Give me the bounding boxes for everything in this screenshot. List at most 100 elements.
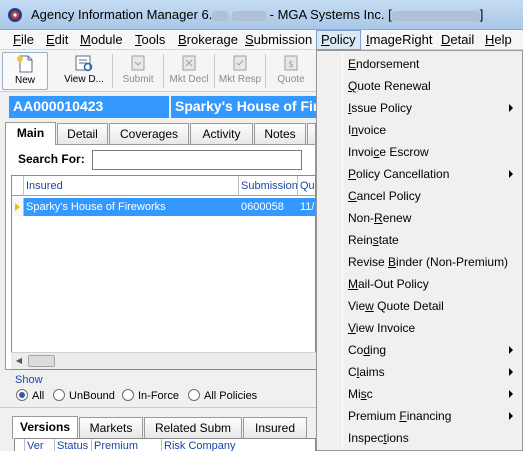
- show-label: Show: [15, 374, 43, 386]
- tab-insured[interactable]: Insured: [243, 417, 307, 438]
- splitter[interactable]: [0, 407, 316, 408]
- toolbar: New View D... Submit Mkt Decl Mkt Resp $…: [0, 50, 316, 92]
- toolbar-separator: [112, 54, 113, 88]
- toolbar-separator: [214, 54, 215, 88]
- title-bar: Agency Information Manager 6. - MGA Syst…: [0, 0, 523, 30]
- menu-edit[interactable]: Edit: [43, 32, 71, 47]
- menu-item-misc[interactable]: Misc: [319, 383, 520, 405]
- radio-icon: [53, 389, 65, 401]
- market-response-icon: [233, 55, 247, 71]
- radio-all[interactable]: All: [16, 389, 44, 402]
- record-name: Sparky's House of Firew: [171, 96, 316, 118]
- scroll-thumb[interactable]: [28, 355, 55, 367]
- submenu-arrow-icon: [509, 346, 513, 354]
- menu-item-revise-binder-non-premium[interactable]: Revise Binder (Non-Premium): [319, 251, 520, 273]
- menu-item-quote-renewal[interactable]: Quote Renewal: [319, 75, 520, 97]
- radio-in-force[interactable]: In-Force: [122, 389, 179, 402]
- column-header-quote[interactable]: Qu: [298, 176, 315, 196]
- menu-item-policy-cancellation[interactable]: Policy Cancellation: [319, 163, 520, 185]
- toolbar-separator: [163, 54, 164, 88]
- mkt-decl-button[interactable]: Mkt Decl: [166, 52, 212, 90]
- column-header-submission[interactable]: Submission: [239, 176, 298, 196]
- quote-icon: $: [284, 55, 298, 71]
- app-icon: [8, 8, 22, 22]
- menu-policy[interactable]: Policy: [316, 30, 361, 50]
- submenu-arrow-icon: [509, 104, 513, 112]
- horizontal-scrollbar[interactable]: ◀: [11, 352, 316, 369]
- tab-overflow[interactable]: [307, 123, 316, 144]
- menu-item-mail-out-policy[interactable]: Mail-Out Policy: [319, 273, 520, 295]
- menu-item-coding[interactable]: Coding: [319, 339, 520, 361]
- cell-quote: 11/: [300, 201, 315, 213]
- menu-item-premium-financing[interactable]: Premium Financing: [319, 405, 520, 427]
- tab-markets[interactable]: Markets: [79, 417, 143, 438]
- radio-unbound[interactable]: UnBound: [53, 389, 115, 402]
- quote-button[interactable]: $ Quote: [268, 52, 314, 90]
- new-document-icon: [17, 55, 33, 73]
- menu-item-reinstate[interactable]: Reinstate: [319, 229, 520, 251]
- submenu-arrow-icon: [509, 170, 513, 178]
- radio-all-policies[interactable]: All Policies: [188, 389, 257, 402]
- menu-item-view-invoice[interactable]: View Invoice: [319, 317, 520, 339]
- new-button[interactable]: New: [2, 52, 48, 90]
- record-id: AA000010423: [9, 96, 169, 118]
- menu-item-view-quote-detail[interactable]: View Quote Detail: [319, 295, 520, 317]
- menu-item-invoice-escrow[interactable]: Invoice Escrow: [319, 141, 520, 163]
- column-header-premium[interactable]: Premium: [92, 439, 162, 451]
- grid-corner: [15, 439, 25, 451]
- tab-activity[interactable]: Activity: [190, 123, 253, 144]
- tab-main[interactable]: Main: [5, 122, 56, 145]
- svg-text:$: $: [288, 60, 294, 70]
- tab-related-subm[interactable]: Related Subm: [144, 417, 242, 438]
- menu-help[interactable]: Help: [482, 32, 515, 47]
- tab-detail[interactable]: Detail: [57, 123, 108, 144]
- table-row[interactable]: Sparky's House of Fireworks 0600058 11/: [12, 198, 315, 216]
- toolbar-separator: [265, 54, 266, 88]
- menu-submission[interactable]: Submission: [242, 32, 315, 47]
- market-decline-icon: [182, 55, 196, 71]
- menu-item-invoice[interactable]: Invoice: [319, 119, 520, 141]
- column-header-risk-company[interactable]: Risk Company: [162, 439, 315, 451]
- mkt-resp-button[interactable]: Mkt Resp: [217, 52, 263, 90]
- submenu-arrow-icon: [509, 412, 513, 420]
- tab-notes[interactable]: Notes: [254, 123, 306, 144]
- menu-file[interactable]: File: [10, 32, 37, 47]
- menu-bar: File Edit Module Tools Brokerage Submission Po…: [0, 30, 523, 50]
- menu-module[interactable]: Module: [77, 32, 126, 47]
- menu-item-claims[interactable]: Claims: [319, 361, 520, 383]
- menu-brokerage[interactable]: Brokerage: [175, 32, 241, 47]
- tab-coverages[interactable]: Coverages: [109, 123, 189, 144]
- tab-versions[interactable]: Versions: [12, 416, 78, 439]
- results-grid: Insured Submission Qu Sparky's House of …: [11, 175, 316, 370]
- menu-item-inspections[interactable]: Inspections: [319, 427, 520, 449]
- submit-button[interactable]: Submit: [115, 52, 161, 90]
- submenu-arrow-icon: [509, 368, 513, 376]
- menu-detail[interactable]: Detail: [438, 32, 477, 47]
- view-detail-button[interactable]: View D...: [58, 52, 110, 90]
- search-label: Search For:: [18, 152, 85, 166]
- scroll-left-icon[interactable]: ◀: [11, 353, 27, 369]
- radio-icon: [122, 389, 134, 401]
- menu-item-endorsement[interactable]: Endorsement: [319, 53, 520, 75]
- menu-item-issue-policy[interactable]: Issue Policy: [319, 97, 520, 119]
- menu-imageright[interactable]: ImageRight: [363, 32, 436, 47]
- column-header-ver[interactable]: Ver: [25, 439, 55, 451]
- column-header-status[interactable]: Status: [55, 439, 92, 451]
- versions-grid: Ver Status Premium Risk Company: [14, 438, 316, 451]
- menu-tools[interactable]: Tools: [132, 32, 168, 47]
- view-detail-icon: [75, 55, 93, 72]
- column-header-insured[interactable]: Insured: [24, 176, 239, 196]
- grid-corner: [12, 176, 24, 196]
- menu-item-non-renew[interactable]: Non-Renew: [319, 207, 520, 229]
- cell-submission: 0600058: [241, 201, 284, 213]
- policy-menu: Endorsement Quote Renewal Issue Policy Invo…: [316, 50, 523, 451]
- submit-icon: [131, 55, 145, 71]
- search-input[interactable]: [92, 150, 302, 170]
- radio-selected-icon: [16, 389, 28, 401]
- menu-item-cancel-policy[interactable]: Cancel Policy: [319, 185, 520, 207]
- cell-insured: Sparky's House of Fireworks: [26, 201, 166, 213]
- radio-icon: [188, 389, 200, 401]
- row-selector[interactable]: [12, 198, 24, 216]
- window-title: Agency Information Manager 6. - MGA Syst…: [31, 7, 484, 22]
- submenu-arrow-icon: [509, 390, 513, 398]
